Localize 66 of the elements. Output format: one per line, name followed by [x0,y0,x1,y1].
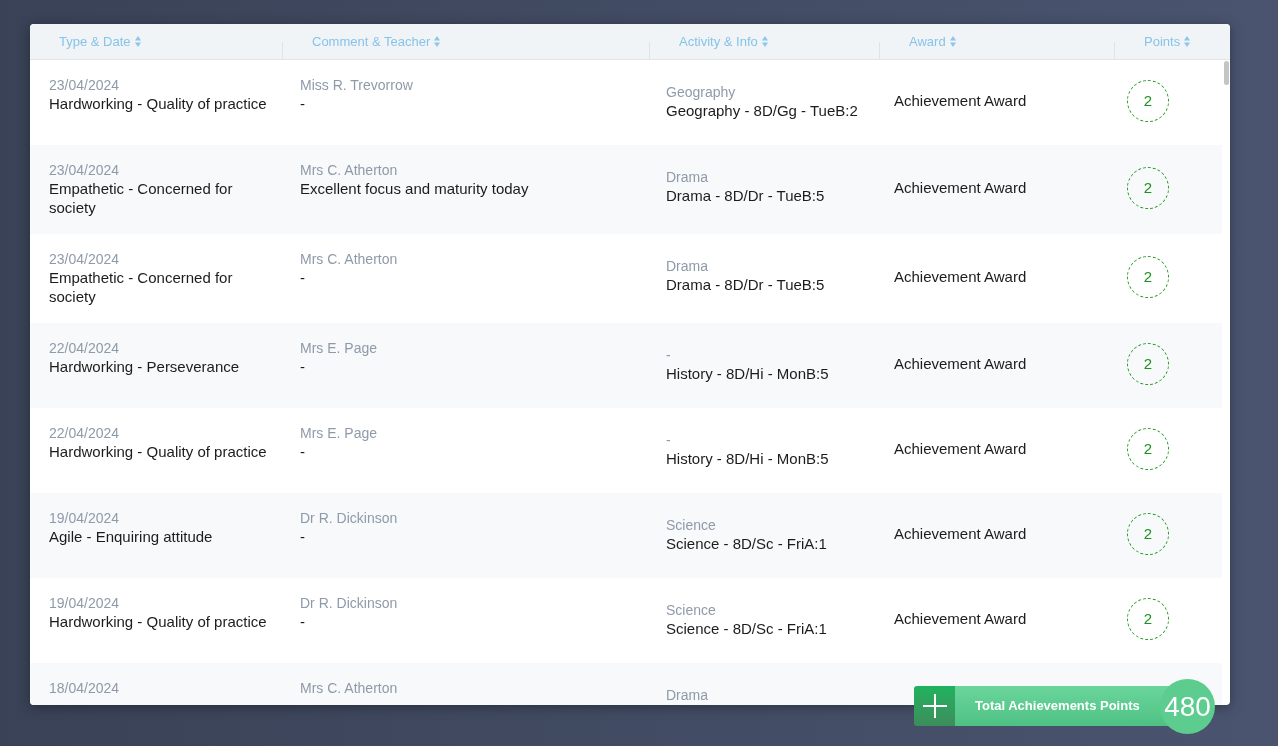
achievement-type: Empathetic - Concerned for society [49,179,234,217]
award-text: Achievement Award [894,609,1027,628]
date-text: 23/04/2024 [49,161,120,179]
sort-icon [1184,35,1191,47]
lesson-text: Drama - 8D/Dr - TueB:5 [666,186,825,205]
sort-icon [949,35,956,47]
column-header[interactable]: Activity & Info [679,33,768,49]
subject-text: - [666,346,671,364]
date-text: 22/04/2024 [49,424,120,442]
subject-text: Drama [666,257,708,275]
plus-icon [922,694,947,718]
award-text: Achievement Award [894,178,1027,197]
comment-text: - [300,357,305,376]
achievement-type: Hardworking - Perseverance [49,357,240,376]
subject-text: Drama [666,686,708,704]
teacher-name: Mrs C. Atherton [300,161,398,179]
column-header[interactable]: Award [909,33,956,49]
lesson-text: Geography - 8D/Gg - TueB:2 [666,101,858,120]
teacher-name: Dr R. Dickinson [300,509,398,527]
total-points-label: Total Achievements Points [975,697,1140,716]
comment-text: - [300,94,305,113]
column-header[interactable]: Type & Date [59,33,141,49]
column-header[interactable]: Comment & Teacher [312,33,441,49]
teacher-name: Mrs E. Page [300,424,378,442]
comment-text: - [300,268,305,287]
subject-text: Science [666,516,716,534]
teacher-name: Miss R. Trevorrow [300,76,413,94]
achievement-type: Hardworking - Quality of practice [49,94,267,113]
award-text: Achievement Award [894,524,1027,543]
lesson-text: Science - 8D/Sc - FriA:1 [666,619,827,638]
date-text: 19/04/2024 [49,509,120,527]
date-text: 23/04/2024 [49,76,120,94]
sort-icon [134,35,141,47]
award-text: Achievement Award [894,267,1027,286]
add-button[interactable] [914,686,955,726]
award-text: Achievement Award [894,439,1027,458]
subject-text: - [666,431,671,449]
lesson-text: History - 8D/Hi - MonB:5 [666,364,829,383]
date-text: 22/04/2024 [49,339,120,357]
lesson-text: History - 8D/Hi - MonB:5 [666,449,829,468]
date-text: 19/04/2024 [49,594,120,612]
achievement-type: Agile - Enquiring attitude [49,527,213,546]
achievement-type: Hardworking - Quality of practice [49,442,267,461]
subject-text: Science [666,601,716,619]
subject-text: Geography [666,83,736,101]
achievement-type: Empathetic - Concerned for society [49,268,234,306]
award-text: Achievement Award [894,91,1027,110]
comment-text: Excellent focus and maturity today [300,179,529,198]
sort-icon [761,35,768,47]
teacher-name: Mrs C. Atherton [300,250,398,268]
column-header[interactable]: Points [1144,33,1191,49]
sort-icon [434,35,441,47]
teacher-name: Dr R. Dickinson [300,594,398,612]
achievement-type: Hardworking - Quality of practice [49,612,267,631]
lesson-text: Drama - 8D/Dr - TueB:5 [666,275,825,294]
comment-text: - [300,612,305,631]
date-text: 18/04/2024 [49,679,120,697]
date-text: 23/04/2024 [49,250,120,268]
teacher-name: Mrs E. Page [300,339,378,357]
scrollbar-thumb[interactable] [1224,61,1229,85]
lesson-text: Science - 8D/Sc - FriA:1 [666,534,827,553]
award-text: Achievement Award [894,354,1027,373]
subject-text: Drama [666,168,708,186]
comment-text: - [300,527,305,546]
comment-text: - [300,442,305,461]
teacher-name: Mrs C. Atherton [300,679,398,697]
